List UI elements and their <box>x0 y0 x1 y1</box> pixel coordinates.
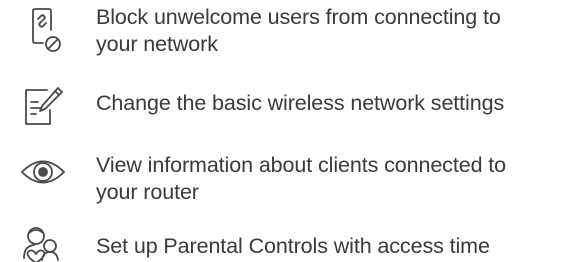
edit-settings-icon <box>18 84 68 134</box>
feature-list: Block unwelcome users from connecting to… <box>0 0 582 262</box>
device-block-icon <box>18 6 68 56</box>
parental-controls-icon <box>18 224 68 262</box>
feature-text-block-users: Block unwelcome users from connecting to… <box>96 4 576 58</box>
feature-text-line: Change the basic wireless network settin… <box>96 91 505 115</box>
eye-icon <box>18 147 68 197</box>
feature-text-parental-controls: Set up Parental Controls with access tim… <box>96 233 576 260</box>
feature-text-line: View information about clients connected… <box>96 153 507 177</box>
feature-text-view-clients: View information about clients connected… <box>96 152 576 206</box>
feature-text-line: your network <box>96 32 218 56</box>
feature-text-line: your router <box>96 180 199 204</box>
feature-text-line: Block unwelcome users from connecting to <box>96 5 501 29</box>
feature-text-wireless-settings: Change the basic wireless network settin… <box>96 90 576 117</box>
feature-text-line: Set up Parental Controls with access tim… <box>96 234 490 258</box>
